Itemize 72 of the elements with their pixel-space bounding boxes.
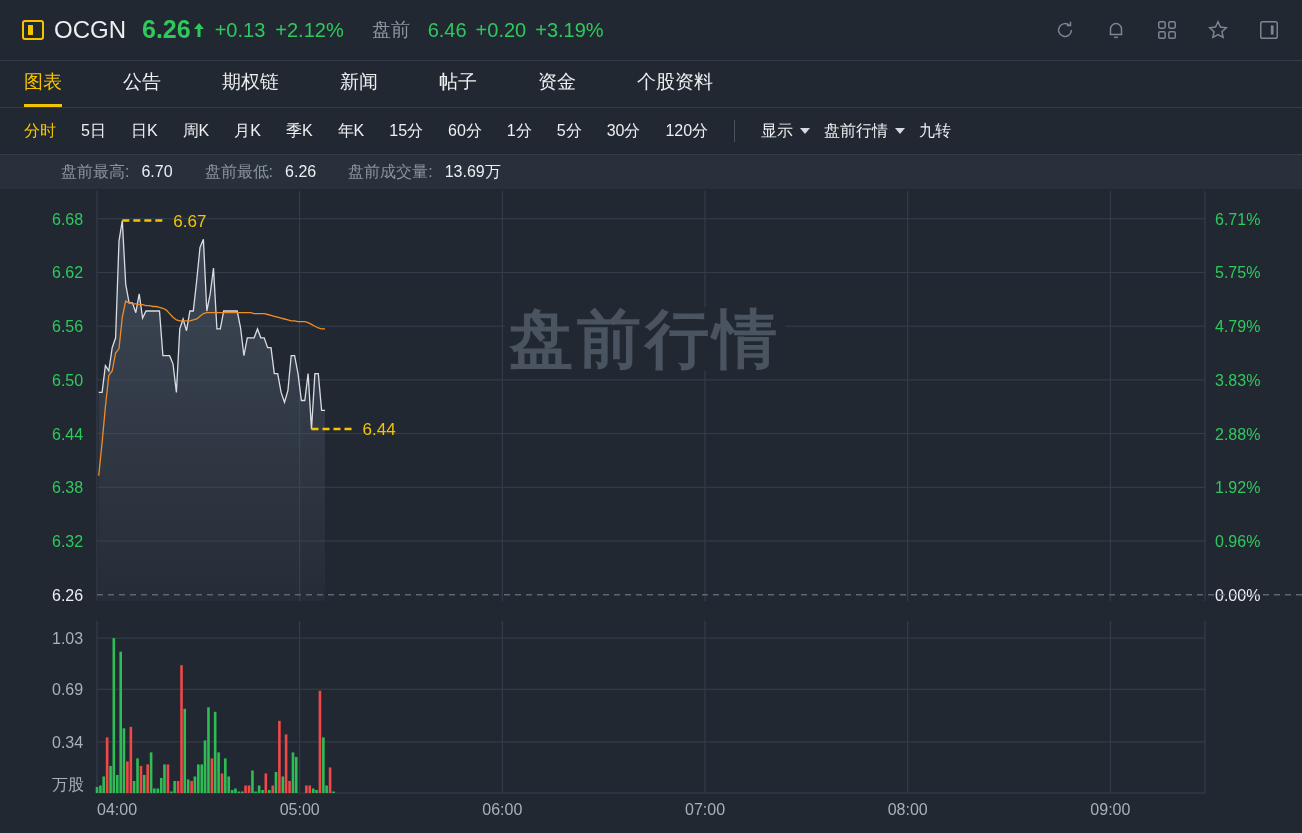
axis-label: 06:00	[482, 801, 523, 818]
premarket-change-percent: +3.19%	[535, 18, 604, 43]
premarket-price: 6.46	[427, 18, 467, 43]
axis-label: 2.88%	[1215, 425, 1261, 443]
caret-icon	[895, 128, 906, 134]
stat-label: 盘前成交量:	[348, 162, 433, 182]
period-tab[interactable]: 5分	[556, 119, 582, 143]
annotation: 6.67	[173, 211, 207, 231]
axis-label: 万股	[52, 776, 84, 793]
axis-label: 0.00%	[1215, 586, 1261, 601]
axis-label: 0.34	[52, 733, 84, 751]
dropdown-button[interactable]: 盘前行情	[824, 119, 906, 143]
tab[interactable]: 新闻	[340, 61, 378, 107]
axis-label: 6.71%	[1215, 210, 1261, 228]
period-tab[interactable]: 120分	[665, 119, 709, 143]
tab[interactable]: 个股资料	[637, 61, 713, 107]
option-button[interactable]: 九转	[919, 119, 952, 143]
price-change-percent: +2.12%	[275, 18, 344, 43]
up-arrow-icon	[192, 21, 205, 39]
stat-label: 盘前最低:	[204, 162, 274, 182]
stat-value: 6.26	[285, 162, 317, 182]
premarket-label: 盘前	[371, 17, 410, 42]
period-tab[interactable]: 分时	[24, 119, 56, 143]
period-tab[interactable]: 60分	[448, 119, 482, 143]
stat-value: 6.70	[141, 162, 173, 182]
period-tab[interactable]: 季K	[285, 119, 313, 143]
period-tab[interactable]: 1分	[506, 119, 532, 143]
tab[interactable]: 公告	[123, 61, 161, 107]
axis-label: 6.32	[52, 533, 84, 550]
axis-label: 4.79%	[1215, 318, 1261, 336]
axis-label: 05:00	[279, 801, 320, 818]
side-panel-icon[interactable]	[1258, 19, 1280, 41]
axis-label: 3.83%	[1215, 371, 1261, 389]
axis-label: 09:00	[1090, 801, 1131, 818]
period-tab[interactable]: 5日	[81, 119, 106, 143]
dropdown-button[interactable]: 显示	[761, 119, 811, 143]
axis-label: 1.92%	[1215, 479, 1261, 497]
caret-icon	[800, 128, 811, 134]
annotation: 6.44	[362, 420, 396, 440]
tab[interactable]: 期权链	[222, 61, 279, 107]
tab[interactable]: 图表	[24, 61, 62, 107]
axis-label: 6.50	[52, 371, 84, 389]
last-price: 6.26	[142, 14, 191, 46]
axis-label: 6.68	[52, 210, 84, 228]
tab[interactable]: 帖子	[439, 61, 477, 107]
star-icon[interactable]	[1207, 19, 1229, 41]
axis-label: 0.96%	[1215, 533, 1261, 550]
axis-label: 6.56	[52, 318, 84, 336]
axis-label: 07:00	[685, 801, 726, 818]
axis-label: 08:00	[887, 801, 928, 818]
period-tab[interactable]: 月K	[234, 119, 261, 143]
axis-label: 6.38	[52, 479, 84, 497]
period-tab[interactable]: 30分	[606, 119, 641, 143]
stock-badge-icon	[22, 20, 44, 40]
axis-label: 1.03	[52, 630, 84, 648]
period-tab[interactable]: 15分	[389, 119, 424, 143]
price-change: +0.13	[214, 18, 266, 43]
axis-label: 5.75%	[1215, 264, 1261, 282]
axis-label: 6.62	[52, 264, 84, 282]
tab[interactable]: 资金	[538, 61, 576, 107]
stock-symbol: OCGN	[54, 15, 126, 45]
premarket-change: +0.20	[475, 18, 527, 43]
stat-label: 盘前最高:	[61, 162, 130, 182]
period-tab[interactable]: 日K	[130, 119, 158, 143]
axis-label: 6.44	[52, 425, 84, 443]
period-tab[interactable]: 年K	[337, 119, 365, 143]
axis-label: 6.26	[52, 586, 84, 601]
stat-value: 13.69万	[444, 162, 501, 182]
period-tab[interactable]: 周K	[182, 119, 210, 143]
axis-label: 0.69	[52, 681, 84, 699]
axis-label: 04:00	[97, 801, 138, 818]
grid-icon[interactable]	[1156, 19, 1178, 41]
